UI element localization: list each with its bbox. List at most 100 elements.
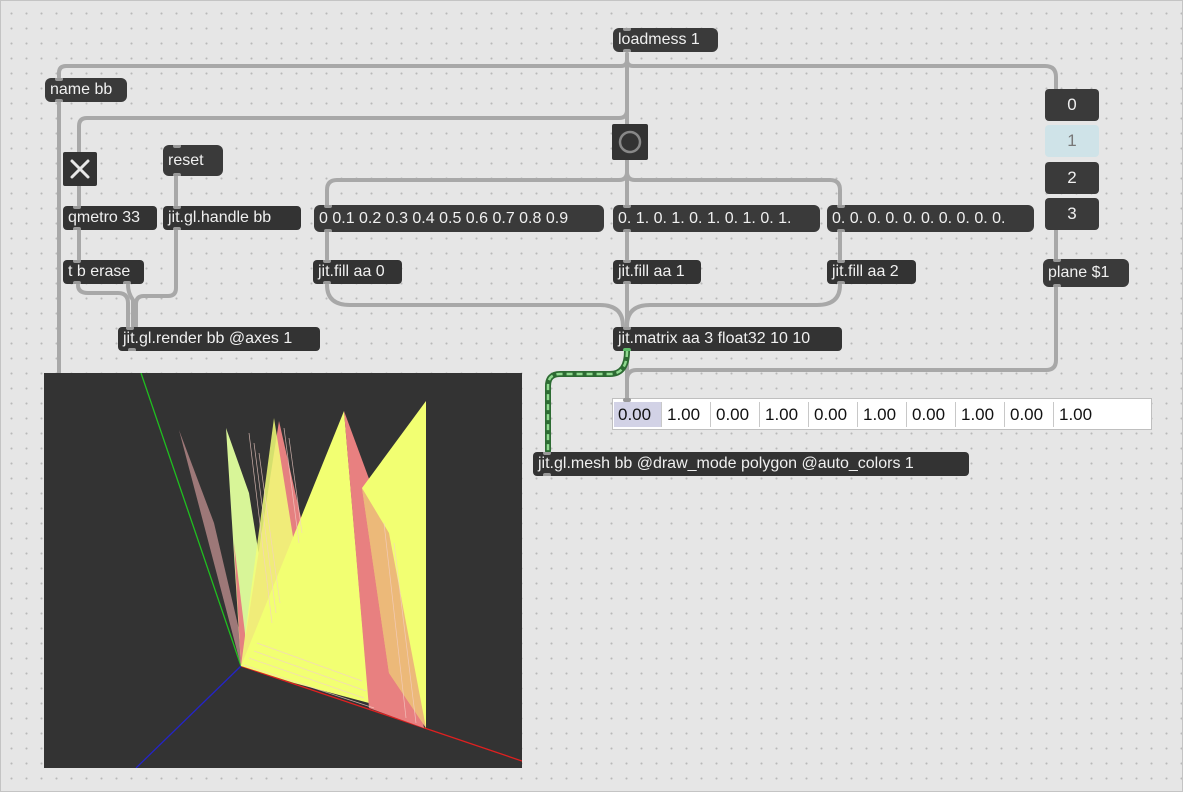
inlet[interactable] bbox=[623, 327, 631, 330]
z-axis bbox=[135, 665, 242, 769]
y-axis bbox=[140, 372, 242, 667]
object-label: jit.gl.handle bb bbox=[168, 209, 272, 226]
cord-bang-msg2[interactable] bbox=[625, 170, 842, 207]
inlet[interactable] bbox=[126, 327, 134, 330]
inlet[interactable] bbox=[623, 28, 631, 31]
cell-7[interactable]: 1.00 bbox=[957, 402, 1005, 427]
outlet[interactable] bbox=[543, 473, 551, 476]
cell-1[interactable]: 1.00 bbox=[663, 402, 711, 427]
reset-message[interactable]: reset bbox=[163, 145, 223, 176]
loadmess-object[interactable]: loadmess 1 bbox=[613, 28, 718, 52]
cell-4[interactable]: 0.00 bbox=[810, 402, 858, 427]
object-label: plane $1 bbox=[1048, 264, 1110, 281]
plane-item-label: 1 bbox=[1067, 131, 1077, 150]
name-message[interactable]: name bb bbox=[45, 78, 127, 102]
object-label: loadmess 1 bbox=[618, 31, 700, 48]
outlet[interactable] bbox=[173, 173, 181, 176]
outlet[interactable] bbox=[123, 281, 131, 284]
inlet[interactable] bbox=[73, 260, 81, 263]
inlet[interactable] bbox=[837, 205, 845, 208]
message-plane-0[interactable]: 0 0.1 0.2 0.3 0.4 0.5 0.6 0.7 0.8 0.9 bbox=[314, 205, 604, 232]
cell-6[interactable]: 0.00 bbox=[908, 402, 956, 427]
inlet[interactable] bbox=[623, 205, 631, 208]
cord-fill2-matrix[interactable] bbox=[625, 283, 842, 328]
plane-item-label: 3 bbox=[1067, 204, 1077, 223]
object-label: 0. 0. 0. 0. 0. 0. 0. 0. 0. 0. bbox=[832, 210, 1006, 227]
message-plane-2[interactable]: 0. 0. 0. 0. 0. 0. 0. 0. 0. 0. bbox=[827, 205, 1034, 232]
object-label: jit.matrix aa 3 float32 10 10 bbox=[618, 330, 811, 347]
object-label: 0. 1. 0. 1. 0. 1. 0. 1. 0. 1. bbox=[618, 210, 792, 227]
plane-message[interactable]: plane $1 bbox=[1043, 259, 1129, 287]
bang-button[interactable] bbox=[612, 124, 648, 160]
qmetro-object[interactable]: qmetro 33 bbox=[63, 206, 157, 230]
outlet[interactable] bbox=[55, 99, 63, 102]
jit-gl-handle-object[interactable]: jit.gl.handle bb bbox=[163, 206, 301, 230]
jit-gl-render-object[interactable]: jit.gl.render bb @axes 1 bbox=[118, 327, 320, 351]
outlet[interactable] bbox=[837, 229, 845, 232]
plane-item-0[interactable]: 0 bbox=[1045, 89, 1099, 121]
plane-item-2[interactable]: 2 bbox=[1045, 162, 1099, 194]
inlet[interactable] bbox=[623, 260, 631, 263]
message-plane-1[interactable]: 0. 1. 0. 1. 0. 1. 0. 1. 0. 1. bbox=[613, 205, 820, 232]
jit-fill-2-object[interactable]: jit.fill aa 2 bbox=[827, 260, 916, 284]
inlet[interactable] bbox=[173, 206, 181, 209]
object-label: reset bbox=[168, 152, 204, 169]
cell-9[interactable]: 1.00 bbox=[1055, 402, 1107, 427]
outlet[interactable] bbox=[324, 229, 332, 232]
cell-2[interactable]: 0.00 bbox=[712, 402, 760, 427]
render-window[interactable] bbox=[44, 372, 523, 769]
outlet[interactable] bbox=[623, 229, 631, 232]
mesh-render bbox=[135, 372, 523, 769]
cord-bang-msg0[interactable] bbox=[325, 170, 629, 207]
inlet[interactable] bbox=[323, 260, 331, 263]
inlet[interactable] bbox=[55, 78, 63, 81]
inlet[interactable] bbox=[543, 452, 551, 455]
object-label: jit.gl.mesh bb @draw_mode polygon @auto_… bbox=[538, 455, 914, 472]
toggle-x-icon bbox=[70, 159, 90, 179]
jit-matrix-object[interactable]: jit.matrix aa 3 float32 10 10 bbox=[613, 327, 842, 351]
object-label: jit.fill aa 2 bbox=[832, 263, 899, 280]
toggle[interactable] bbox=[63, 152, 97, 186]
cell-0[interactable]: 0.00 bbox=[614, 402, 662, 427]
object-label: jit.fill aa 0 bbox=[318, 263, 385, 280]
jit-cellblock[interactable]: 0.00 1.00 0.00 1.00 0.00 1.00 0.00 1.00 … bbox=[612, 398, 1152, 430]
outlet[interactable] bbox=[1053, 284, 1061, 287]
plane-item-3[interactable]: 3 bbox=[1045, 198, 1099, 230]
cord-loadmess-umenu[interactable] bbox=[625, 58, 1058, 92]
bang-circle-icon bbox=[618, 130, 642, 154]
inlet[interactable] bbox=[324, 205, 332, 208]
object-label: jit.gl.render bb @axes 1 bbox=[123, 330, 293, 347]
jit-fill-0-object[interactable]: jit.fill aa 0 bbox=[313, 260, 402, 284]
cell-5[interactable]: 1.00 bbox=[859, 402, 907, 427]
inlet[interactable] bbox=[837, 260, 845, 263]
cell-3[interactable]: 1.00 bbox=[761, 402, 809, 427]
plane-item-1[interactable]: 1 bbox=[1045, 125, 1099, 157]
plane-item-label: 2 bbox=[1067, 168, 1077, 187]
outlet[interactable] bbox=[73, 281, 81, 284]
cell-8[interactable]: 0.00 bbox=[1006, 402, 1054, 427]
inlet[interactable] bbox=[173, 145, 181, 148]
object-label: name bb bbox=[50, 81, 113, 98]
cord-trigger-render-1[interactable] bbox=[76, 283, 130, 328]
outlet[interactable] bbox=[173, 227, 181, 230]
plane-item-label: 0 bbox=[1067, 95, 1077, 114]
outlet[interactable] bbox=[128, 348, 136, 351]
inlet[interactable] bbox=[73, 206, 81, 209]
outlet[interactable] bbox=[623, 281, 631, 284]
inlet[interactable] bbox=[1053, 259, 1061, 262]
jit-fill-1-object[interactable]: jit.fill aa 1 bbox=[613, 260, 701, 284]
outlet[interactable] bbox=[837, 281, 845, 284]
outlet[interactable] bbox=[323, 281, 331, 284]
object-label: t b erase bbox=[68, 263, 131, 280]
cord-fill0-matrix[interactable] bbox=[325, 283, 625, 328]
object-label: qmetro 33 bbox=[68, 209, 141, 226]
outlet[interactable] bbox=[623, 348, 631, 351]
outlet[interactable] bbox=[73, 227, 81, 230]
cord-loadmess-toggle[interactable] bbox=[77, 52, 629, 154]
cord-loadmess-name[interactable] bbox=[57, 52, 629, 79]
object-label: jit.fill aa 1 bbox=[618, 263, 685, 280]
jit-gl-mesh-object[interactable]: jit.gl.mesh bb @draw_mode polygon @auto_… bbox=[533, 452, 969, 476]
trigger-object[interactable]: t b erase bbox=[63, 260, 144, 284]
outlet[interactable] bbox=[623, 49, 631, 52]
object-label: 0 0.1 0.2 0.3 0.4 0.5 0.6 0.7 0.8 0.9 bbox=[319, 210, 569, 227]
